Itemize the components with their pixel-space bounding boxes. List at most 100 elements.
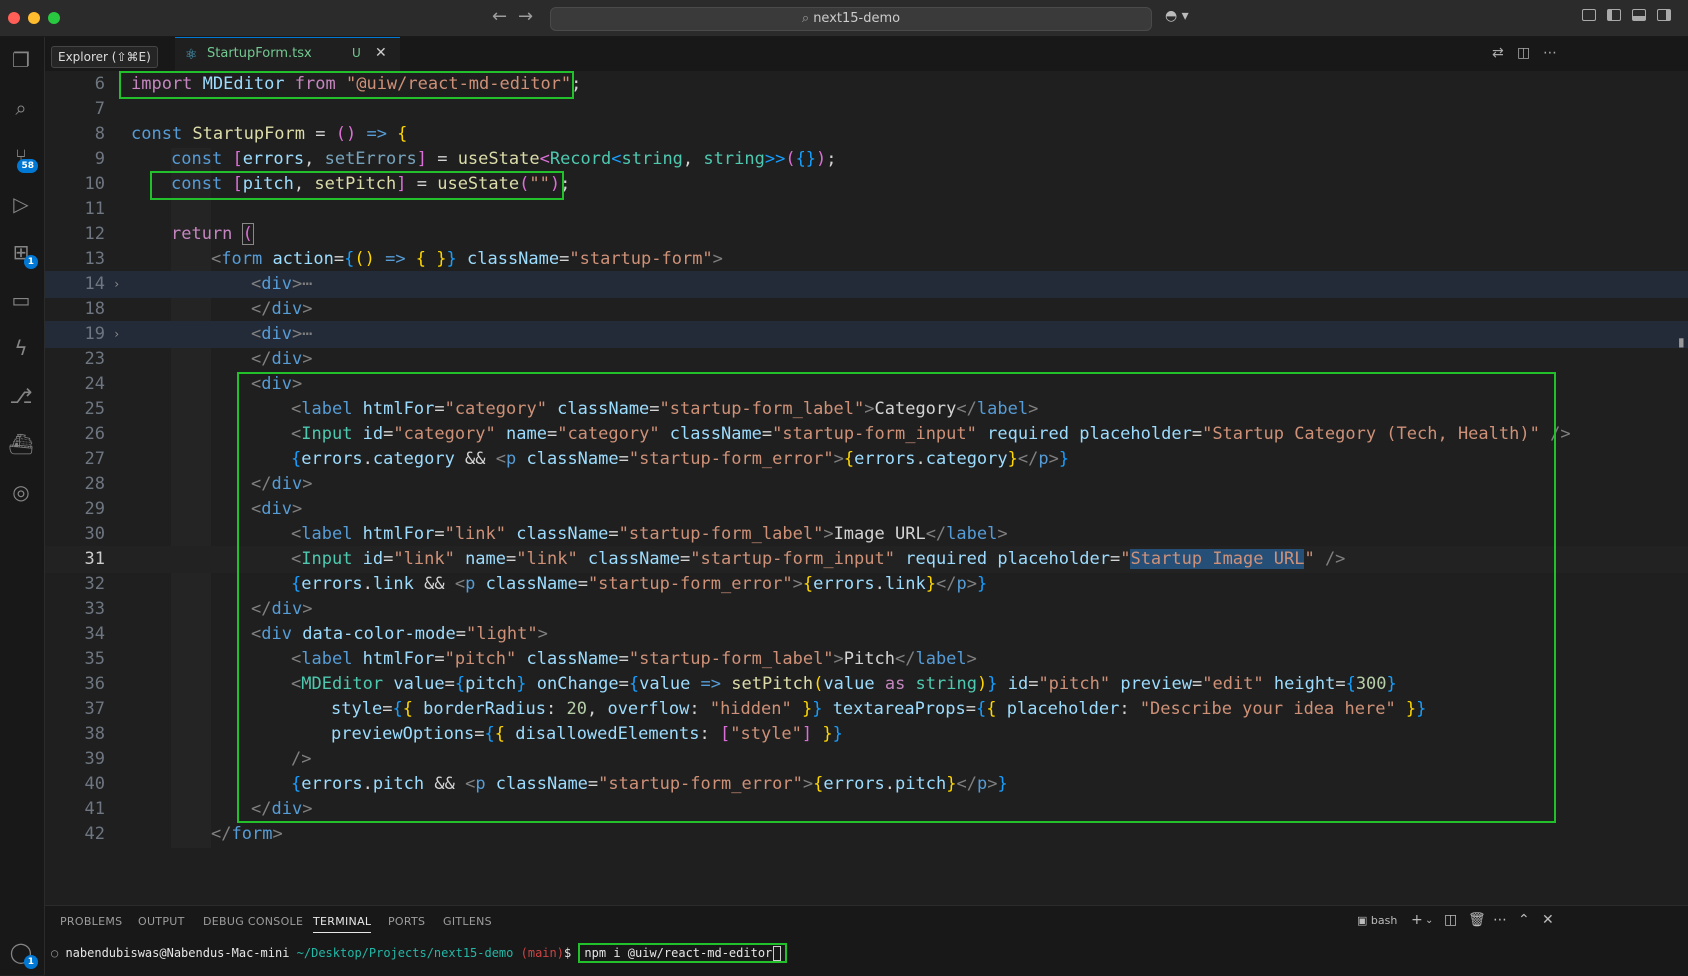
terminal-status-dot: ○	[51, 946, 66, 960]
toggle-primary-sidebar-icon[interactable]	[1607, 9, 1621, 21]
git-graph-icon[interactable]: ◎	[6, 477, 36, 507]
new-terminal-icon[interactable]: +	[1411, 912, 1423, 928]
code-line-folded[interactable]: 14 › <div>⋯	[45, 271, 1688, 298]
line-code: <div>	[251, 374, 303, 394]
code-line[interactable]: 29 <div>	[45, 496, 1688, 523]
window-maximize-button[interactable]	[48, 12, 60, 24]
code-line[interactable]: 36 <MDEditor value={pitch} onChange={valu…	[45, 671, 1688, 698]
code-line[interactable]: 32 {errors.link && <p className="startup-…	[45, 571, 1688, 598]
scm-badge: 58	[17, 159, 38, 173]
tab-gitlens[interactable]: GITLENS	[443, 915, 492, 928]
code-line[interactable]: 27 {errors.category && <p className="star…	[45, 446, 1688, 473]
source-control-icon[interactable]: ⑂ 58	[6, 141, 38, 173]
line-number: 6	[94, 74, 105, 94]
tab-startupform[interactable]: ⚛ StartupForm.tsx U ✕	[175, 37, 400, 72]
line-code: </div>	[251, 474, 313, 494]
chevron-right-icon[interactable]: ›	[113, 321, 120, 348]
code-line[interactable]: 23 </div>	[45, 346, 1688, 373]
accounts-badge: 1	[23, 955, 38, 969]
search-icon: ⌕	[801, 11, 810, 26]
code-line[interactable]: 6 import MDEditor from "@uiw/react-md-edi…	[45, 71, 1688, 98]
code-line[interactable]: 10 const [pitch, setPitch] = useState("")…	[45, 171, 1688, 198]
code-line[interactable]: 40 {errors.pitch && <p className="startup…	[45, 771, 1688, 798]
window-close-button[interactable]	[8, 12, 20, 24]
terminal-shell-selector[interactable]: ▣ bash	[1357, 914, 1397, 927]
extensions-icon[interactable]: ⊞ 1	[6, 237, 38, 269]
close-icon[interactable]: ✕	[375, 45, 387, 61]
more-actions-icon[interactable]: ⋯	[1493, 912, 1507, 928]
code-line[interactable]: 8 const StartupForm = () => {	[45, 121, 1688, 148]
customize-layout-icon[interactable]	[1582, 9, 1596, 21]
code-line[interactable]: 25 <label htmlFor="category" className="s…	[45, 396, 1688, 423]
line-number: 8	[94, 124, 105, 144]
tab-terminal[interactable]: TERMINAL	[313, 915, 372, 933]
trash-icon[interactable]: 🗑	[1468, 912, 1486, 928]
terminal-command-text: npm i @uiw/react-md-editor	[584, 946, 773, 960]
code-line[interactable]: 34 <div data-color-mode="light">	[45, 621, 1688, 648]
run-debug-icon[interactable]: ▷	[6, 189, 36, 219]
explorer-tooltip: Explorer (⇧⌘E)	[51, 46, 158, 68]
docker-icon[interactable]: ⛴	[6, 429, 36, 459]
code-line-current[interactable]: 31 <Input id="link" name="link" className…	[45, 546, 1688, 573]
code-line[interactable]: 18 </div>	[45, 296, 1688, 323]
terminal-prompt-line[interactable]: ○ nabendubiswas@Nabendus-Mac-mini ~/Desk…	[51, 942, 788, 964]
tab-ports[interactable]: PORTS	[388, 915, 425, 928]
nav-forward-arrow-icon[interactable]: →	[518, 6, 533, 27]
code-line[interactable]: 30 <label htmlFor="link" className="start…	[45, 521, 1688, 548]
activity-bar: ❐ ⌕ ⑂ 58 ▷ ⊞ 1 ▭ ϟ ⎇ ⛴ ◎ ◯ 1	[0, 37, 45, 975]
code-line[interactable]: 11	[45, 196, 1688, 223]
line-code: previewOptions={{ disallowedElements: ["…	[331, 724, 843, 744]
accounts-icon[interactable]: ◯ 1	[6, 937, 38, 969]
command-center-search[interactable]: ⌕ next15-demo	[550, 7, 1152, 31]
line-code: {errors.category && <p className="startu…	[291, 449, 1070, 469]
chevron-right-icon[interactable]: ›	[113, 271, 120, 298]
code-line[interactable]: 26 <Input id="category" name="category" c…	[45, 421, 1688, 448]
window-minimize-button[interactable]	[28, 12, 40, 24]
code-line[interactable]: 35 <label htmlFor="pitch" className="star…	[45, 646, 1688, 673]
chevron-down-icon[interactable]: ⌄	[1425, 915, 1433, 926]
split-editor-icon[interactable]: ◫	[1517, 45, 1530, 61]
gitlens-icon[interactable]: ⎇	[6, 381, 36, 411]
tab-output[interactable]: OUTPUT	[138, 915, 185, 928]
terminal-icon: ▣	[1357, 914, 1371, 927]
code-line[interactable]: 7	[45, 96, 1688, 123]
maximize-panel-icon[interactable]: ⌃	[1518, 912, 1530, 928]
more-actions-icon[interactable]: ⋯	[1543, 45, 1557, 61]
tab-debug-console[interactable]: DEBUG CONSOLE	[203, 915, 303, 928]
code-line[interactable]: 38 previewOptions={{ disallowedElements: …	[45, 721, 1688, 748]
open-changes-icon[interactable]: ⇄	[1492, 45, 1504, 61]
code-line[interactable]: 33 </div>	[45, 596, 1688, 623]
line-code: <div>⋯	[251, 324, 313, 344]
code-line[interactable]: 42 </form>	[45, 821, 1688, 848]
thunder-client-icon[interactable]: ϟ	[6, 333, 36, 363]
line-code: <label htmlFor="pitch" className="startu…	[291, 649, 977, 669]
code-line[interactable]: 9 const [errors, setErrors] = useState<Re…	[45, 146, 1688, 173]
code-line-folded[interactable]: 19 › <div>⋯	[45, 321, 1688, 348]
split-terminal-icon[interactable]: ◫	[1444, 912, 1457, 928]
tab-problems[interactable]: PROBLEMS	[60, 915, 122, 928]
line-number: 33	[84, 599, 105, 619]
code-line[interactable]: 24 <div>	[45, 371, 1688, 398]
toggle-panel-icon[interactable]	[1632, 9, 1646, 21]
code-line[interactable]: 13 <form action={() => { }} className="st…	[45, 246, 1688, 273]
search-icon[interactable]: ⌕	[6, 93, 36, 123]
code-line[interactable]: 41 </div>	[45, 796, 1688, 823]
code-line[interactable]: 28 </div>	[45, 471, 1688, 498]
explorer-icon[interactable]: ❐	[6, 45, 36, 75]
remote-explorer-icon[interactable]: ▭	[6, 285, 36, 315]
terminal-path: ~/Desktop/Projects/next15-demo	[289, 946, 514, 960]
line-code: </div>	[251, 799, 313, 819]
close-panel-icon[interactable]: ✕	[1542, 912, 1554, 928]
code-line[interactable]: 37 style={{ borderRadius: 20, overflow: "…	[45, 696, 1688, 723]
code-editor[interactable]: 6 import MDEditor from "@uiw/react-md-edi…	[45, 71, 1688, 905]
line-code: import MDEditor from "@uiw/react-md-edit…	[131, 74, 582, 94]
toggle-secondary-sidebar-icon[interactable]	[1657, 9, 1671, 21]
line-code: <Input id="link" name="link" className="…	[291, 549, 1346, 569]
code-line[interactable]: 12 return (	[45, 221, 1688, 248]
line-code: const [errors, setErrors] = useState<Rec…	[171, 149, 837, 169]
line-code: <MDEditor value={pitch} onChange={value …	[291, 674, 1397, 694]
copilot-icon[interactable]: ◓ ▾	[1165, 8, 1189, 24]
line-code: <form action={() => { }} className="star…	[211, 249, 723, 269]
nav-back-arrow-icon[interactable]: ←	[492, 6, 507, 27]
code-line[interactable]: 39 />	[45, 746, 1688, 773]
